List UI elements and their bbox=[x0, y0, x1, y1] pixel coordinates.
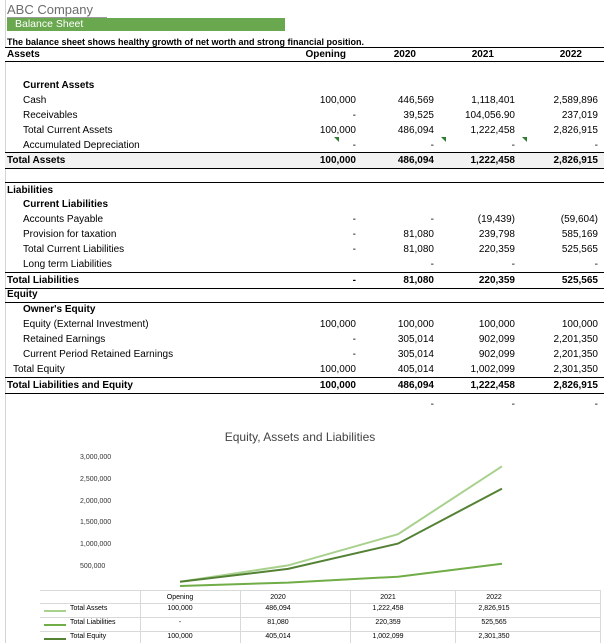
table-gridline bbox=[40, 603, 600, 604]
data-table-cell: 1,002,099 bbox=[372, 633, 404, 640]
data-table-cell: 525,565 bbox=[481, 619, 507, 626]
table-column-separator bbox=[600, 590, 601, 643]
data-table-cell: 1,222,458 bbox=[372, 605, 404, 612]
data-table-cell: 220,359 bbox=[375, 619, 401, 626]
table-column-separator bbox=[455, 590, 456, 643]
data-table-cell: - bbox=[178, 619, 182, 626]
data-table-cell: 100,000 bbox=[167, 633, 193, 640]
data-table-cell: 100,000 bbox=[167, 605, 193, 612]
table-column-separator bbox=[140, 590, 141, 643]
legend-swatch bbox=[44, 638, 66, 640]
legend-label: Total Liabilities bbox=[70, 619, 116, 626]
table-gridline bbox=[40, 617, 600, 618]
table-column-separator bbox=[240, 590, 241, 643]
spreadsheet-sheet: ABC Company Balance Sheet The balance sh… bbox=[0, 0, 608, 643]
data-table-cell: 81,080 bbox=[267, 619, 289, 626]
table-column-separator bbox=[350, 590, 351, 643]
legend-swatch bbox=[44, 624, 66, 626]
data-table-cell: 405,014 bbox=[265, 633, 291, 640]
data-table-cell: 2,301,350 bbox=[478, 633, 510, 640]
line-chart[interactable] bbox=[0, 0, 608, 643]
legend-swatch bbox=[44, 610, 66, 612]
data-table-cell: 486,094 bbox=[265, 605, 291, 612]
legend-label: Total Equity bbox=[70, 633, 107, 640]
data-table-cell: 2,826,915 bbox=[478, 605, 510, 612]
legend-label: Total Assets bbox=[70, 605, 108, 612]
series-line-total-equity[interactable] bbox=[179, 487, 503, 583]
series-line-total-assets[interactable] bbox=[179, 465, 503, 583]
table-gridline bbox=[40, 631, 600, 632]
table-gridline bbox=[40, 590, 600, 591]
